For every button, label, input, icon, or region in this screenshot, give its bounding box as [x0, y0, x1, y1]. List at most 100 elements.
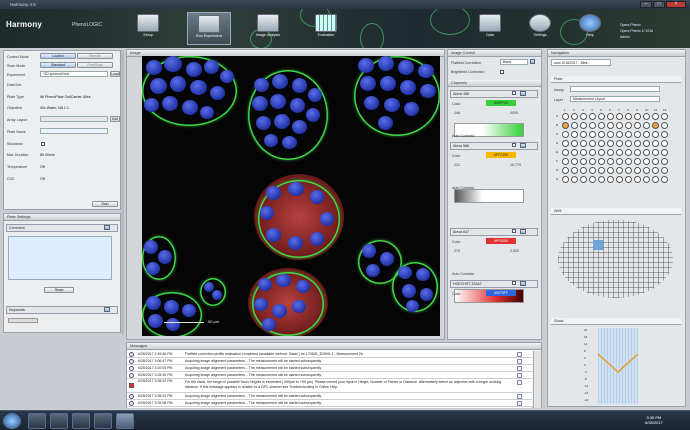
- experiment-load-button[interactable]: Load: [110, 71, 120, 77]
- microscopy-image[interactable]: 50 µm: [142, 56, 440, 336]
- control-mode-loaded-toggle[interactable]: Loaded: [40, 53, 76, 59]
- brightfield-checkbox[interactable]: [500, 70, 504, 74]
- channel-alexa568-histogram[interactable]: [454, 189, 524, 203]
- channel-alexa488-autocontrast[interactable]: Auto Contrast: [452, 134, 474, 138]
- plate-well[interactable]: [580, 122, 587, 129]
- plate-well[interactable]: [616, 167, 623, 174]
- plate-well[interactable]: [661, 149, 668, 156]
- message-row[interactable]: 6/28/2017 3:20:03 PM Acquiring image alig…: [127, 365, 532, 372]
- plate-well[interactable]: [598, 158, 605, 165]
- plate-well[interactable]: [625, 131, 632, 138]
- message-details-button[interactable]: [517, 380, 522, 385]
- start-button[interactable]: Start: [92, 201, 118, 207]
- plate-well[interactable]: [580, 140, 587, 147]
- message-row[interactable]: 6/28/2017 3:28:22 PM For the stack, the r…: [127, 379, 532, 393]
- channel-alexa488-checkbox[interactable]: [512, 91, 516, 95]
- start-button-icon[interactable]: [3, 413, 21, 429]
- plate-well[interactable]: [643, 167, 650, 174]
- plate-well[interactable]: [652, 149, 659, 156]
- plate-well[interactable]: [598, 113, 605, 120]
- plate-well[interactable]: [580, 167, 587, 174]
- plate-map[interactable]: 1 2 3 4 5 6 7 8 9 10 11 12 A B C D E F G H: [556, 108, 676, 198]
- message-details-button[interactable]: [517, 401, 522, 406]
- plate-well[interactable]: [625, 158, 632, 165]
- plate-well[interactable]: [652, 122, 659, 129]
- navigation-tab[interactable]: aunt 2016/2017 - Mea...: [551, 59, 611, 66]
- reset-button[interactable]: Reset: [44, 287, 74, 293]
- array-layout-field[interactable]: [40, 116, 108, 122]
- plate-well[interactable]: [634, 113, 641, 120]
- toolbar-help-button[interactable]: Help: [568, 12, 612, 45]
- channel-alexa647-expand[interactable]: [520, 229, 526, 234]
- plate-well[interactable]: [562, 167, 569, 174]
- plate-well[interactable]: [652, 140, 659, 147]
- array-layout-edit-button[interactable]: Edit: [110, 116, 120, 122]
- toolbar-evaluation-button[interactable]: Evaluation: [304, 12, 348, 45]
- plate-well[interactable]: [607, 176, 614, 183]
- message-details-button[interactable]: [517, 373, 522, 378]
- stack-view[interactable]: [598, 328, 638, 404]
- plate-well[interactable]: [652, 167, 659, 174]
- plate-well[interactable]: [616, 131, 623, 138]
- plate-well[interactable]: [571, 158, 578, 165]
- plate-well[interactable]: [661, 167, 668, 174]
- plate-well[interactable]: [589, 140, 596, 147]
- channel-alexa488-expand[interactable]: [520, 91, 526, 96]
- toolbar-run-experiment-button[interactable]: Run Experiment: [187, 12, 231, 45]
- keywords-expand-button[interactable]: [104, 307, 110, 312]
- plate-well[interactable]: [607, 113, 614, 120]
- minimize-button[interactable]: –: [640, 1, 652, 8]
- plate-well[interactable]: [562, 149, 569, 156]
- plate-well[interactable]: [634, 158, 641, 165]
- taskbar-ie-icon[interactable]: [28, 413, 46, 429]
- plate-well[interactable]: [562, 158, 569, 165]
- plate-well[interactable]: [616, 149, 623, 156]
- plate-well[interactable]: [616, 176, 623, 183]
- plate-well[interactable]: [607, 167, 614, 174]
- plate-well[interactable]: [661, 122, 668, 129]
- plate-well[interactable]: [589, 158, 596, 165]
- plate-well[interactable]: [580, 149, 587, 156]
- plate-well[interactable]: [652, 113, 659, 120]
- plate-well[interactable]: [625, 176, 632, 183]
- plate-name-field[interactable]: [40, 128, 108, 134]
- plate-well[interactable]: [607, 131, 614, 138]
- plate-well[interactable]: [562, 122, 569, 129]
- plate-well[interactable]: [571, 149, 578, 156]
- toolbar-settings-button[interactable]: Settings: [518, 12, 562, 45]
- plate-well[interactable]: [625, 149, 632, 156]
- plate-well[interactable]: [607, 149, 614, 156]
- channel-alexa647-autocontrast[interactable]: Auto Contrast: [452, 272, 474, 276]
- plate-well[interactable]: [625, 140, 632, 147]
- plate-well[interactable]: [625, 167, 632, 174]
- message-row[interactable]: 6/28/2017 3:29:08 PM Acquiring image alig…: [127, 400, 532, 407]
- plate-well[interactable]: [580, 131, 587, 138]
- comment-textarea[interactable]: [8, 236, 112, 280]
- plate-well[interactable]: [598, 149, 605, 156]
- plate-well[interactable]: [589, 122, 596, 129]
- message-row[interactable]: 6/28/2017 3:28:22 PM Acquiring image alig…: [127, 393, 532, 400]
- layer-select[interactable]: Measurement Layout: [570, 96, 660, 102]
- channel-alexa488-color-swatch[interactable]: #00FF00: [486, 100, 516, 106]
- plate-well[interactable]: [634, 176, 641, 183]
- toolbar-data-button[interactable]: Data: [468, 12, 512, 45]
- plate-well[interactable]: [571, 167, 578, 174]
- channel-alexa647-checkbox[interactable]: [512, 229, 516, 233]
- message-row[interactable]: 6/28/2017 2:49:36 PM Flatfield correction…: [127, 351, 532, 358]
- plate-well[interactable]: [634, 131, 641, 138]
- plate-well[interactable]: [589, 113, 596, 120]
- plate-well[interactable]: [616, 140, 623, 147]
- plate-well[interactable]: [661, 140, 668, 147]
- plate-well[interactable]: [580, 158, 587, 165]
- plate-well[interactable]: [580, 113, 587, 120]
- plate-well[interactable]: [598, 122, 605, 129]
- channel-alexa568-expand[interactable]: [520, 143, 526, 148]
- plate-well[interactable]: [661, 113, 668, 120]
- plate-well[interactable]: [571, 131, 578, 138]
- taskbar-app-icon[interactable]: [94, 413, 112, 429]
- keywords-slider[interactable]: [8, 318, 38, 323]
- plate-well[interactable]: [643, 131, 650, 138]
- messages-scrollbar[interactable]: [533, 351, 541, 408]
- message-details-button[interactable]: [517, 359, 522, 364]
- plate-well[interactable]: [616, 122, 623, 129]
